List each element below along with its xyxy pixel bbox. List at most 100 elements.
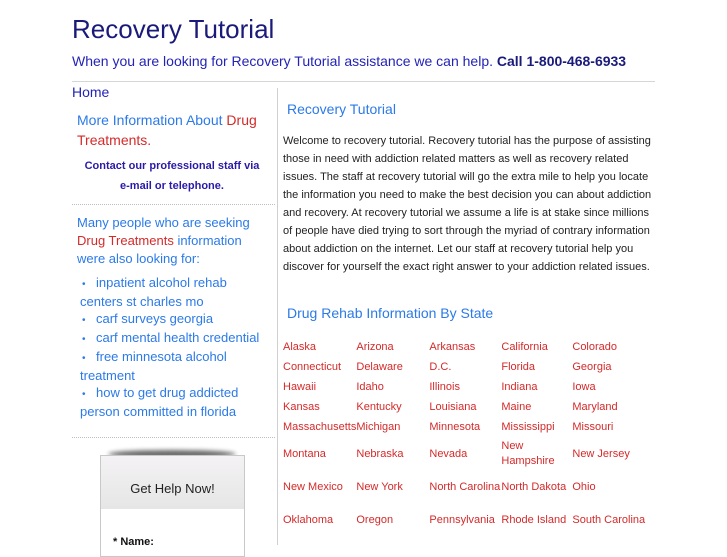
state-cell: Massachusetts	[283, 417, 356, 437]
state-link[interactable]: Ohio	[572, 481, 595, 493]
state-link[interactable]: California	[501, 341, 547, 353]
contact-line-1: Contact our professional staff via	[84, 160, 260, 172]
main-heading: Recovery Tutorial	[287, 101, 396, 117]
states-row: New Mexico New York North Carolina North Da…	[283, 471, 652, 504]
more-info-text: More Information About	[77, 112, 227, 128]
state-link[interactable]: Georgia	[572, 361, 611, 373]
state-link[interactable]: Maine	[501, 401, 531, 413]
list-item[interactable]: • carf mental health credential	[80, 329, 270, 348]
state-link[interactable]: Kansas	[283, 401, 320, 413]
contact-staff-text: Contact our professional staff via e-mai…	[72, 156, 272, 196]
state-link[interactable]: Iowa	[572, 381, 595, 393]
related-link[interactable]: inpatient alcohol rehab centers st charl…	[80, 275, 227, 309]
states-row: Alaska Arizona Arkansas California Colorado	[283, 337, 652, 357]
seeking-drug-treatments-link[interactable]: Drug Treatments	[77, 233, 174, 248]
related-link[interactable]: carf surveys georgia	[96, 311, 213, 326]
state-link[interactable]: D.C.	[429, 361, 451, 373]
state-cell: South Carolina	[572, 504, 652, 537]
state-link[interactable]: Nebraska	[356, 448, 403, 460]
home-link[interactable]: Home	[72, 84, 272, 100]
state-cell: New Hampshire	[501, 437, 572, 471]
state-link[interactable]: Idaho	[356, 381, 384, 393]
phone-number: Call 1-800-468-6933	[496, 53, 627, 69]
state-link[interactable]: Mississippi	[501, 421, 554, 433]
header-divider	[72, 81, 655, 82]
state-link[interactable]: New Jersey	[572, 448, 629, 460]
main-content: Recovery Tutorial Welcome to recovery tu…	[283, 100, 655, 537]
state-link[interactable]: Louisiana	[429, 401, 476, 413]
state-link[interactable]: Kentucky	[356, 401, 401, 413]
bullet-icon: •	[82, 353, 86, 364]
state-link[interactable]: Massachusetts	[283, 421, 356, 433]
state-cell: Arizona	[356, 337, 429, 357]
state-link[interactable]: Michigan	[356, 421, 400, 433]
state-link[interactable]: North Dakota	[501, 481, 566, 493]
states-row: Kansas Kentucky Louisiana Maine Maryland	[283, 397, 652, 417]
state-link[interactable]: Illinois	[429, 381, 460, 393]
state-link[interactable]: South Carolina	[572, 514, 645, 526]
related-link[interactable]: carf mental health credential	[96, 330, 259, 345]
list-item[interactable]: • inpatient alcohol rehab centers st char…	[80, 274, 270, 310]
related-link[interactable]: free minnesota alcohol treatment	[80, 349, 227, 383]
state-cell: Mississippi	[501, 417, 572, 437]
site-title: Recovery Tutorial	[72, 14, 275, 44]
states-row: Hawaii Idaho Illinois Indiana Iowa	[283, 377, 652, 397]
state-link[interactable]: New Mexico	[283, 481, 343, 493]
bullet-icon: •	[82, 389, 86, 400]
list-item[interactable]: • how to get drug addicted person committ…	[80, 384, 270, 420]
state-link[interactable]: Alaska	[283, 341, 316, 353]
state-cell: Maryland	[572, 397, 652, 417]
state-cell: Pennsylvania	[429, 504, 501, 537]
state-link[interactable]: Delaware	[356, 361, 402, 373]
state-link[interactable]: Colorado	[572, 341, 617, 353]
state-cell: Alaska	[283, 337, 356, 357]
state-link[interactable]: Arizona	[356, 341, 393, 353]
state-link[interactable]: Oregon	[356, 514, 393, 526]
state-cell: North Dakota	[501, 471, 572, 504]
state-link[interactable]: Arkansas	[429, 341, 475, 353]
state-link[interactable]: Florida	[501, 361, 535, 373]
state-link[interactable]: Missouri	[572, 421, 613, 433]
state-cell: New Jersey	[572, 437, 652, 471]
state-cell: Maine	[501, 397, 572, 417]
state-link[interactable]: North Carolina	[429, 481, 500, 493]
get-help-title: Get Help Now!	[101, 456, 244, 509]
states-row: Montana Nebraska Nevada New Hampshire New Je…	[283, 437, 652, 471]
list-item[interactable]: • carf surveys georgia	[80, 310, 270, 329]
state-link[interactable]: Connecticut	[283, 361, 341, 373]
state-cell: Indiana	[501, 377, 572, 397]
state-link[interactable]: Nevada	[429, 448, 467, 460]
state-cell: Hawaii	[283, 377, 356, 397]
intro-paragraph: Welcome to recovery tutorial. Recovery t…	[283, 135, 652, 273]
state-cell: Nevada	[429, 437, 501, 471]
state-link[interactable]: Oklahoma	[283, 514, 333, 526]
tagline-text: When you are looking for Recovery Tutori…	[72, 53, 493, 69]
state-cell: California	[501, 337, 572, 357]
state-link[interactable]: New York	[356, 481, 402, 493]
state-cell: Michigan	[356, 417, 429, 437]
state-link[interactable]: Montana	[283, 448, 326, 460]
state-link[interactable]: Rhode Island	[501, 514, 566, 526]
state-link[interactable]: Indiana	[501, 381, 537, 393]
state-cell: Oklahoma	[283, 504, 356, 537]
state-link[interactable]: Pennsylvania	[429, 514, 494, 526]
states-row: Massachusetts Michigan Minnesota Mississipp…	[283, 417, 652, 437]
seeking-text: Many people who are seeking Drug Treatme…	[77, 214, 272, 268]
state-cell: Montana	[283, 437, 356, 471]
state-cell: Nebraska	[356, 437, 429, 471]
sidebar: Home More Information About Drug Treatme…	[72, 84, 275, 420]
state-cell: D.C.	[429, 357, 501, 377]
state-link[interactable]: Minnesota	[429, 421, 480, 433]
states-heading: Drug Rehab Information By State	[287, 305, 494, 321]
more-info-heading: More Information About Drug Treatments.	[77, 110, 272, 150]
state-link[interactable]: New Hampshire	[501, 440, 554, 467]
state-cell: Kentucky	[356, 397, 429, 417]
state-cell: Ohio	[572, 471, 652, 504]
state-cell: Missouri	[572, 417, 652, 437]
state-cell: New Mexico	[283, 471, 356, 504]
state-cell: Iowa	[572, 377, 652, 397]
list-item[interactable]: • free minnesota alcohol treatment	[80, 348, 270, 384]
state-link[interactable]: Hawaii	[283, 381, 316, 393]
state-link[interactable]: Maryland	[572, 401, 617, 413]
related-link[interactable]: how to get drug addicted person committe…	[80, 385, 238, 419]
